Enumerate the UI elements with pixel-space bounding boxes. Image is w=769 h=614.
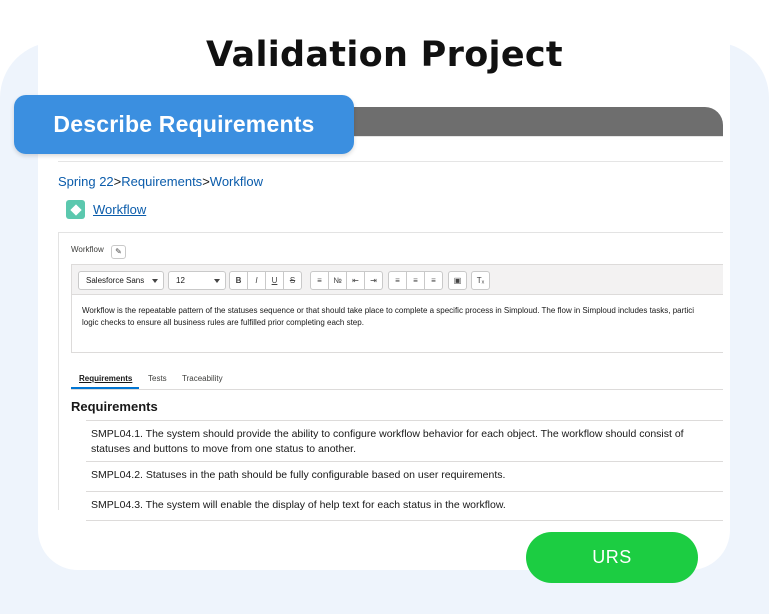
font-size-value: 12: [176, 276, 185, 285]
align-right-icon[interactable]: ≡: [424, 271, 443, 290]
rich-text-editor[interactable]: Salesforce Sans 12 B I U S ≡ № ⇤ ⇥ ≡ ≡ ≡…: [71, 264, 723, 353]
header-bar: [322, 107, 723, 136]
breadcrumb: Spring 22>Requirements>Workflow: [58, 174, 263, 189]
record-name-link[interactable]: Workflow: [93, 202, 146, 217]
font-family-value: Salesforce Sans: [86, 276, 145, 285]
breadcrumb-item-requirements[interactable]: Requirements: [121, 174, 202, 189]
align-left-icon[interactable]: ≡: [388, 271, 407, 290]
requirement-row[interactable]: SMPL04.1. The system should provide the …: [86, 420, 723, 461]
urs-button[interactable]: URS: [526, 532, 698, 583]
requirement-row[interactable]: SMPL04.3. The system will enable the dis…: [86, 491, 723, 521]
tab-requirements[interactable]: Requirements: [79, 374, 132, 383]
clear-format-icon[interactable]: Tₓ: [471, 271, 490, 290]
active-tab-indicator: [71, 387, 139, 389]
chevron-down-icon: [152, 279, 158, 283]
italic-button[interactable]: I: [247, 271, 266, 290]
tab-traceability[interactable]: Traceability: [182, 374, 223, 383]
breadcrumb-item-workflow[interactable]: Workflow: [210, 174, 263, 189]
panel-top-border: [58, 232, 723, 233]
record-type-icon: [66, 200, 85, 219]
breadcrumb-separator: >: [202, 174, 210, 189]
editor-line: logic checks to ensure all business rule…: [82, 318, 364, 327]
indent-decrease-icon[interactable]: ⇤: [346, 271, 365, 290]
strikethrough-button[interactable]: S: [283, 271, 302, 290]
chevron-down-icon: [214, 279, 220, 283]
header-divider-2: [58, 161, 723, 162]
font-size-select[interactable]: 12: [168, 271, 226, 290]
breadcrumb-item-release[interactable]: Spring 22: [58, 174, 114, 189]
requirements-heading: Requirements: [71, 399, 158, 414]
tab-tests[interactable]: Tests: [148, 374, 167, 383]
indent-increase-icon[interactable]: ⇥: [364, 271, 383, 290]
describe-requirements-banner: Describe Requirements: [14, 95, 354, 154]
align-center-icon[interactable]: ≡: [406, 271, 425, 290]
field-label: Workflow: [71, 245, 104, 254]
page-title: Validation Project: [206, 35, 563, 75]
pencil-icon[interactable]: ✎: [111, 245, 126, 259]
editor-line: Workflow is the repeatable pattern of th…: [82, 306, 695, 315]
bold-button[interactable]: B: [229, 271, 248, 290]
underline-button[interactable]: U: [265, 271, 284, 290]
requirement-row[interactable]: SMPL04.2. Statuses in the path should be…: [86, 461, 723, 491]
editor-toolbar: Salesforce Sans 12 B I U S ≡ № ⇤ ⇥ ≡ ≡ ≡…: [72, 265, 723, 295]
image-icon[interactable]: ▣: [448, 271, 467, 290]
editor-content: Workflow is the repeatable pattern of th…: [82, 305, 722, 329]
tabs-divider: [71, 389, 723, 390]
record-header: Workflow: [66, 200, 146, 219]
font-family-select[interactable]: Salesforce Sans: [78, 271, 164, 290]
bulleted-list-icon[interactable]: ≡: [310, 271, 329, 290]
numbered-list-icon[interactable]: №: [328, 271, 347, 290]
